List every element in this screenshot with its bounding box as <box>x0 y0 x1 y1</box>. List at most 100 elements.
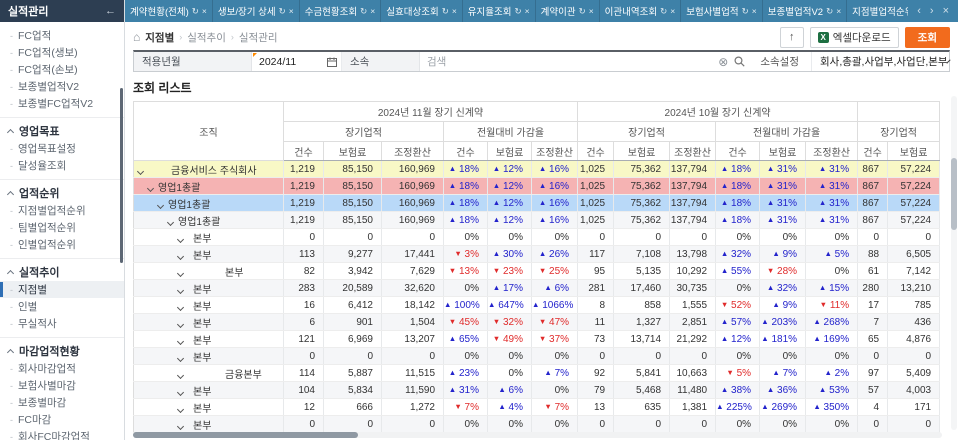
tab-close-icon[interactable]: × <box>752 6 757 16</box>
tree-chevron-icon[interactable] <box>177 422 184 429</box>
calendar-icon[interactable] <box>322 52 342 71</box>
clear-icon[interactable]: ⊗ <box>715 55 731 69</box>
date-field[interactable]: 2024/11 <box>252 52 322 71</box>
table-row[interactable]: 금융서비스 주식회사1,21985,150160,969▲ 18%▲ 12%▲ … <box>134 161 940 178</box>
excel-download-button[interactable]: X 엑셀다운로드 <box>810 27 899 48</box>
tab-close-icon[interactable]: × <box>452 6 457 16</box>
table-row[interactable]: 본부823,9427,629▼ 13%▼ 23%▼ 25%955,13510,2… <box>134 263 940 280</box>
sidebar-item[interactable]: -지점별 <box>0 281 124 298</box>
sidebar-item[interactable]: -보험사별마감 <box>0 377 124 394</box>
tab-refresh-icon[interactable]: ↻ <box>279 6 286 17</box>
tree-chevron-icon[interactable] <box>177 286 184 293</box>
tab-refresh-icon[interactable]: ↻ <box>660 6 667 17</box>
tab-close-icon[interactable]: × <box>525 6 530 16</box>
table-row[interactable]: 본부0000%0%0%0000%0%0%00 <box>134 348 940 365</box>
sidebar-section-header[interactable]: 영업목표 <box>0 122 124 140</box>
table-row[interactable]: 본부1216,96913,207▲ 65%▼ 49%▼ 37%7313,7142… <box>134 331 940 348</box>
table-row[interactable]: 본부166,41218,142▲ 100%▲ 647%▲ 1066%88581,… <box>134 297 940 314</box>
table-row[interactable]: 영업1총괄1,21985,150160,969▲ 18%▲ 12%▲ 16%1,… <box>134 212 940 229</box>
tabs-scroll-right-icon[interactable]: › <box>930 5 934 17</box>
table-row[interactable]: 본부1139,27717,441▼ 3%▲ 30%▲ 26%1177,10813… <box>134 246 940 263</box>
tab[interactable]: 지점별업적순위↻× <box>847 0 908 22</box>
tab[interactable]: 보험사별업적↻× <box>681 0 763 22</box>
sidebar-item[interactable]: -영업목표설정 <box>0 140 124 157</box>
table-row[interactable]: 영업1총괄1,21985,150160,969▲ 18%▲ 12%▲ 16%1,… <box>134 195 940 212</box>
tab-close-icon[interactable]: × <box>202 6 207 16</box>
tab-refresh-icon[interactable]: ↻ <box>442 6 449 17</box>
sidebar-section-header[interactable]: 마감업적현황 <box>0 342 124 360</box>
tree-chevron-icon[interactable] <box>167 218 174 225</box>
tab-refresh-icon[interactable]: ↻ <box>515 6 522 17</box>
scroll-top-button[interactable]: ↑ <box>780 27 804 48</box>
sidebar-item[interactable]: -회사FC마감업적 <box>0 428 124 440</box>
tree-chevron-icon[interactable] <box>157 201 164 208</box>
sidebar-item[interactable]: -보종별FC업적V2 <box>0 95 124 112</box>
sidebar-item[interactable]: -팀별업적순위 <box>0 219 124 236</box>
horizontal-scrollbar-thumb[interactable] <box>133 432 358 438</box>
tab[interactable]: 계약이관↻× <box>536 0 600 22</box>
sidebar-collapse-icon[interactable]: ← <box>105 5 116 17</box>
tab-close-icon[interactable]: × <box>589 6 594 16</box>
sidebar-item[interactable]: -달성율조회 <box>0 157 124 174</box>
tree-chevron-icon[interactable] <box>177 235 184 242</box>
breadcrumb-item[interactable]: 지점별 <box>145 30 174 45</box>
tab[interactable]: 이관내역조회↻× <box>600 0 682 22</box>
tab[interactable]: 실효대상조회↻× <box>381 0 463 22</box>
sidebar-item[interactable]: -회사마감업적 <box>0 360 124 377</box>
sidebar-section-header[interactable]: 업적순위 <box>0 184 124 202</box>
tab-refresh-icon[interactable]: ↻ <box>579 6 586 17</box>
sidebar-item[interactable]: -FC업적(손보) <box>0 61 124 78</box>
sidebar-item[interactable]: -보종별마감 <box>0 394 124 411</box>
sidebar-section-header[interactable]: 실적추이 <box>0 263 124 281</box>
table-row[interactable]: 본부28320,58932,6200%▲ 17%▲ 6%28117,46030,… <box>134 280 940 297</box>
table-row[interactable]: 본부126661,272▼ 7%▲ 4%▼ 7%136351,381▲ 225%… <box>134 399 940 416</box>
tab-close-icon[interactable]: × <box>670 6 675 16</box>
sidebar-item[interactable]: -보종별업적V2 <box>0 78 124 95</box>
tree-chevron-icon[interactable] <box>177 388 184 395</box>
tab-refresh-icon[interactable]: ↻ <box>192 6 199 17</box>
tab-refresh-icon[interactable]: ↻ <box>360 6 367 17</box>
sidebar-item[interactable]: -인별 <box>0 298 124 315</box>
tree-chevron-icon[interactable] <box>177 337 184 344</box>
home-icon[interactable]: ⌂ <box>133 31 140 43</box>
tree-chevron-icon[interactable] <box>147 184 154 191</box>
tab[interactable]: 유지율조회↻× <box>463 0 536 22</box>
table-row[interactable]: 본부1045,83411,590▲ 31%▲ 6%0%795,46811,480… <box>134 382 940 399</box>
breadcrumb-item[interactable]: 실적관리 <box>239 30 278 45</box>
sidebar-item[interactable]: -FC업적 <box>0 27 124 44</box>
tab-close-icon[interactable]: × <box>836 6 841 16</box>
vertical-scrollbar-thumb[interactable] <box>951 158 957 230</box>
search-button[interactable]: 조회 <box>905 27 950 48</box>
table-row[interactable]: 본부69011,504▼ 45%▼ 32%▼ 47%111,3272,851▲ … <box>134 314 940 331</box>
tree-chevron-icon[interactable] <box>177 320 184 327</box>
tab[interactable]: 계약현황(전체)↻× <box>125 0 213 22</box>
tab[interactable]: 생보/장기 상세↻× <box>213 0 300 22</box>
scope-dropdown[interactable]: 회사,총괄,사업부,사업단,본부 <box>811 52 949 71</box>
table-row[interactable]: 영업1총괄1,21985,150160,969▲ 18%▲ 12%▲ 16%1,… <box>134 178 940 195</box>
tab-refresh-icon[interactable]: ↻ <box>742 6 749 17</box>
sidebar-item[interactable]: -인별업적순위 <box>0 236 124 253</box>
table-row[interactable]: 본부0000%0%0%0000%0%0%00 <box>134 416 940 433</box>
sidebar-item[interactable]: -지점별업적순위 <box>0 202 124 219</box>
tabs-scroll-left-icon[interactable]: ‹ <box>917 5 921 17</box>
tab-refresh-icon[interactable]: ↻ <box>826 6 833 17</box>
tree-chevron-icon[interactable] <box>177 354 184 361</box>
tree-chevron-icon[interactable] <box>177 252 184 259</box>
sidebar-scrollbar[interactable] <box>120 88 123 263</box>
tabs-close-all-icon[interactable]: × <box>943 5 949 17</box>
search-icon[interactable] <box>731 56 748 67</box>
sidebar-item[interactable]: -FC업적(생보) <box>0 44 124 61</box>
tab[interactable]: 수금현황조회↻× <box>300 0 382 22</box>
sidebar-item[interactable]: -FC마감 <box>0 411 124 428</box>
tab-close-icon[interactable]: × <box>289 6 294 16</box>
breadcrumb-item[interactable]: 실적추이 <box>187 30 226 45</box>
tree-chevron-icon[interactable] <box>137 167 144 174</box>
sidebar-item[interactable]: -무실적사 <box>0 315 124 332</box>
tree-chevron-icon[interactable] <box>177 269 184 276</box>
tree-chevron-icon[interactable] <box>177 405 184 412</box>
tab-close-icon[interactable]: × <box>370 6 375 16</box>
tree-chevron-icon[interactable] <box>177 371 184 378</box>
org-search-input[interactable] <box>420 56 715 68</box>
tree-chevron-icon[interactable] <box>177 303 184 310</box>
table-row[interactable]: 금융본부1145,88711,515▲ 23%0%▲ 7%925,84110,6… <box>134 365 940 382</box>
